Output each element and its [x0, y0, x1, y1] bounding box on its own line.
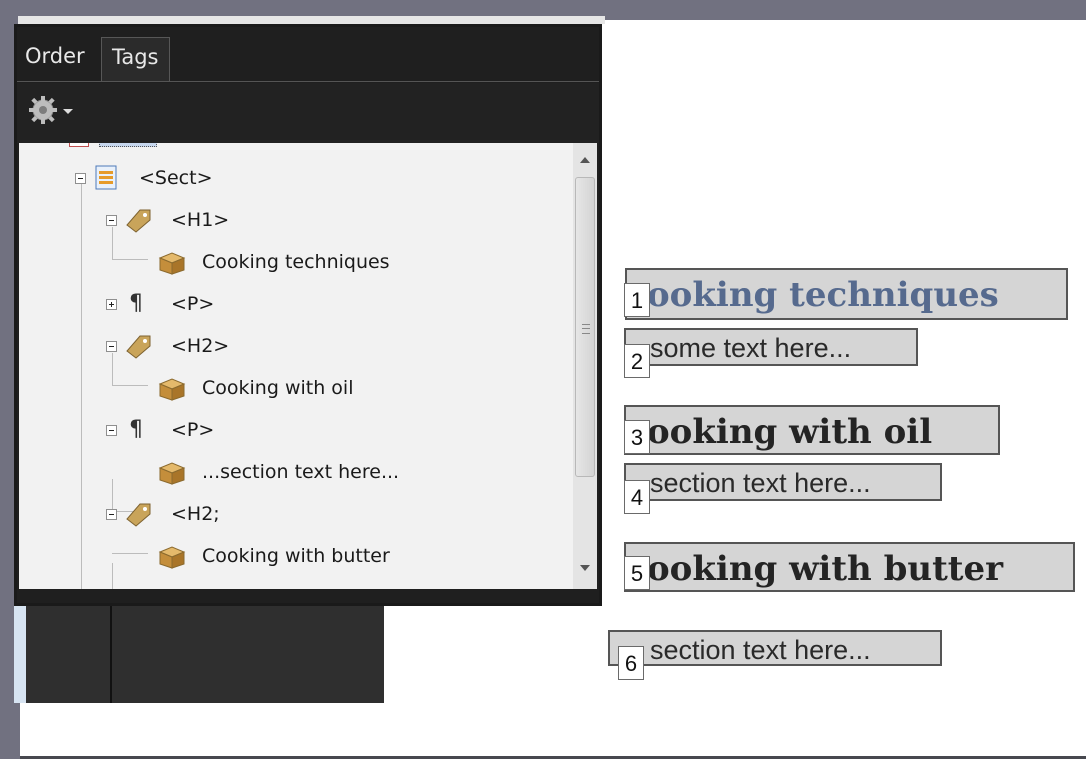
- tree-label: <H1>: [171, 209, 230, 231]
- page-heading-box[interactable]: ooking techniques: [625, 268, 1068, 320]
- paragraph-icon: ¶: [129, 417, 143, 442]
- panel-toolbar: [17, 83, 599, 143]
- tree-row-h2[interactable]: <H2>: [19, 331, 319, 361]
- chevron-down-icon[interactable]: [63, 109, 73, 114]
- expand-icon[interactable]: [106, 299, 117, 310]
- tags-panel: Order Tags <Sect> <H1> Cooking technique…: [14, 24, 602, 606]
- order-number: 6: [618, 646, 644, 680]
- order-number: 4: [624, 480, 650, 514]
- gear-icon[interactable]: [27, 95, 59, 125]
- page-paragraph-text: section text here...: [650, 468, 871, 498]
- tree-row-h2[interactable]: <H2;: [19, 499, 319, 529]
- tab-tags[interactable]: Tags: [101, 37, 170, 81]
- page-heading-box[interactable]: ooking with oil: [624, 405, 1000, 455]
- order-number: 3: [624, 420, 650, 454]
- panel-tabs: Order Tags: [17, 37, 599, 81]
- order-number: 1: [624, 283, 650, 317]
- tree-label: ...section text here...: [202, 461, 400, 483]
- tags-tree: <Sect> <H1> Cooking techniques ¶ <P> <H2…: [19, 143, 579, 589]
- tree-row-content[interactable]: ...section text here...: [19, 457, 449, 487]
- scroll-up-icon[interactable]: [580, 157, 590, 163]
- tab-divider: [17, 81, 599, 82]
- tree-label: Cooking with butter: [202, 545, 390, 567]
- tag-icon: [126, 209, 151, 233]
- page-heading-text: ooking with butter: [647, 549, 1004, 589]
- tree-row-h1[interactable]: <H1>: [19, 205, 319, 235]
- page-heading-box[interactable]: ooking with butter: [624, 542, 1075, 592]
- collapse-icon[interactable]: [106, 215, 117, 226]
- collapse-icon[interactable]: [75, 173, 86, 184]
- tree-row-root-clipped: [69, 143, 157, 159]
- tree-row-content[interactable]: Cooking with butter: [19, 541, 449, 571]
- tag-icon: [126, 503, 151, 527]
- content-box-icon: [158, 252, 186, 275]
- content-box-icon: [158, 378, 186, 401]
- page-heading-text: ooking with oil: [647, 412, 933, 452]
- tree-label: <H2;: [171, 503, 220, 525]
- collapse-icon[interactable]: [106, 425, 117, 436]
- tree-label: <Sect>: [139, 167, 213, 189]
- grip-icon: [582, 324, 590, 334]
- collapse-icon[interactable]: [106, 509, 117, 520]
- page-paragraph-text: section text here...: [650, 635, 871, 665]
- window-frame: [18, 16, 605, 24]
- tree-row-content[interactable]: Cooking with oil: [19, 373, 449, 403]
- page-paragraph-text: some text here...: [650, 333, 852, 363]
- order-number: 2: [624, 344, 650, 378]
- tree-row-p[interactable]: ¶ <P>: [19, 415, 319, 445]
- scroll-down-icon[interactable]: [580, 565, 590, 571]
- tree-row-p[interactable]: ¶ <P>: [19, 289, 319, 319]
- page-paragraph-box[interactable]: section text here...: [608, 630, 942, 666]
- page-paragraph-box[interactable]: section text here...: [624, 463, 942, 501]
- section-icon: [95, 165, 117, 190]
- collapse-icon[interactable]: [106, 341, 117, 352]
- tree-scrollbar[interactable]: [573, 143, 597, 589]
- page-paragraph-box[interactable]: some text here...: [624, 328, 918, 366]
- tree-label: <P>: [171, 419, 215, 441]
- tree-label: <H2>: [171, 335, 230, 357]
- scroll-thumb[interactable]: [575, 177, 595, 477]
- tree-row-sect[interactable]: <Sect>: [19, 163, 319, 193]
- tree-label: <P>: [171, 293, 215, 315]
- order-number: 5: [624, 556, 650, 590]
- content-box-icon: [158, 462, 186, 485]
- tree-label: Cooking techniques: [202, 251, 390, 273]
- tree-row-content[interactable]: Cooking techniques: [19, 247, 449, 277]
- tab-order[interactable]: Order: [15, 37, 95, 81]
- tree-label: Cooking with oil: [202, 377, 354, 399]
- page-heading-text: ooking techniques: [647, 275, 999, 315]
- tag-icon: [126, 335, 151, 359]
- content-box-icon: [158, 546, 186, 569]
- paragraph-icon: ¶: [129, 291, 143, 316]
